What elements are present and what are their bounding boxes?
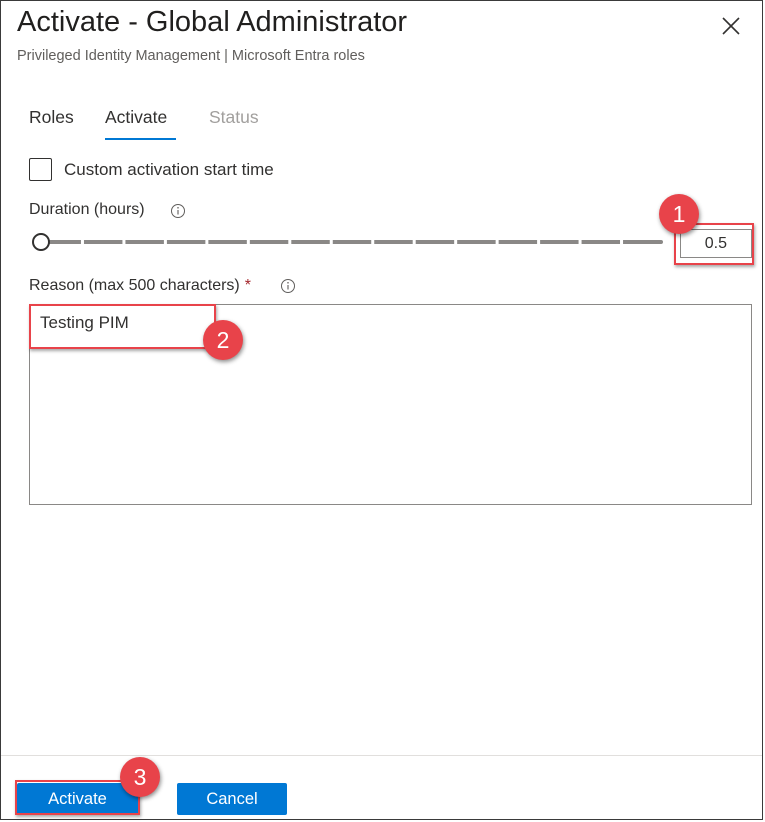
slider-tick-gap (620, 240, 624, 244)
slider-tick-gap (246, 240, 250, 244)
custom-start-label: Custom activation start time (64, 160, 274, 179)
close-button[interactable] (717, 12, 745, 40)
cancel-button[interactable]: Cancel (177, 783, 287, 815)
slider-tick-gap (412, 240, 416, 244)
activate-button[interactable]: Activate (17, 783, 138, 815)
tab-activate[interactable]: Activate (105, 107, 167, 128)
reason-label-text: Reason (max 500 characters) (29, 277, 240, 294)
slider-tick-gap (495, 240, 499, 244)
slider-tick-gap (454, 240, 458, 244)
footer-divider (1, 755, 762, 756)
info-icon[interactable] (280, 278, 296, 294)
slider-tick-gap (288, 240, 292, 244)
slider-tick-gap (537, 240, 541, 244)
tab-roles[interactable]: Roles (29, 107, 74, 128)
slider-tick-gap (122, 240, 126, 244)
slider-tick-gap (163, 240, 167, 244)
reason-label: Reason (max 500 characters) * (29, 277, 251, 295)
duration-slider-ticks (80, 240, 624, 244)
custom-start-checkbox[interactable] (29, 158, 52, 181)
step-badge-1: 1 (659, 194, 699, 234)
duration-label: Duration (hours) (29, 201, 145, 218)
slider-tick-gap (578, 240, 582, 244)
duration-input[interactable] (680, 229, 752, 258)
page-subtitle: Privileged Identity Management | Microso… (17, 48, 365, 64)
tab-selected-indicator (105, 138, 176, 140)
slider-tick-gap (80, 240, 84, 244)
slider-tick-gap (205, 240, 209, 244)
reason-text: Testing PIM (40, 313, 129, 332)
duration-slider-thumb[interactable] (32, 233, 50, 251)
close-icon (722, 17, 740, 35)
step-badge-2: 2 (203, 320, 243, 360)
tab-status[interactable]: Status (209, 107, 259, 128)
required-marker: * (244, 277, 251, 294)
slider-tick-gap (329, 240, 333, 244)
page-title: Activate - Global Administrator (17, 6, 408, 38)
slider-tick-gap (371, 240, 375, 244)
step-badge-3: 3 (120, 757, 160, 797)
reason-textarea[interactable]: Testing PIM (29, 304, 752, 505)
info-icon[interactable] (170, 203, 186, 219)
